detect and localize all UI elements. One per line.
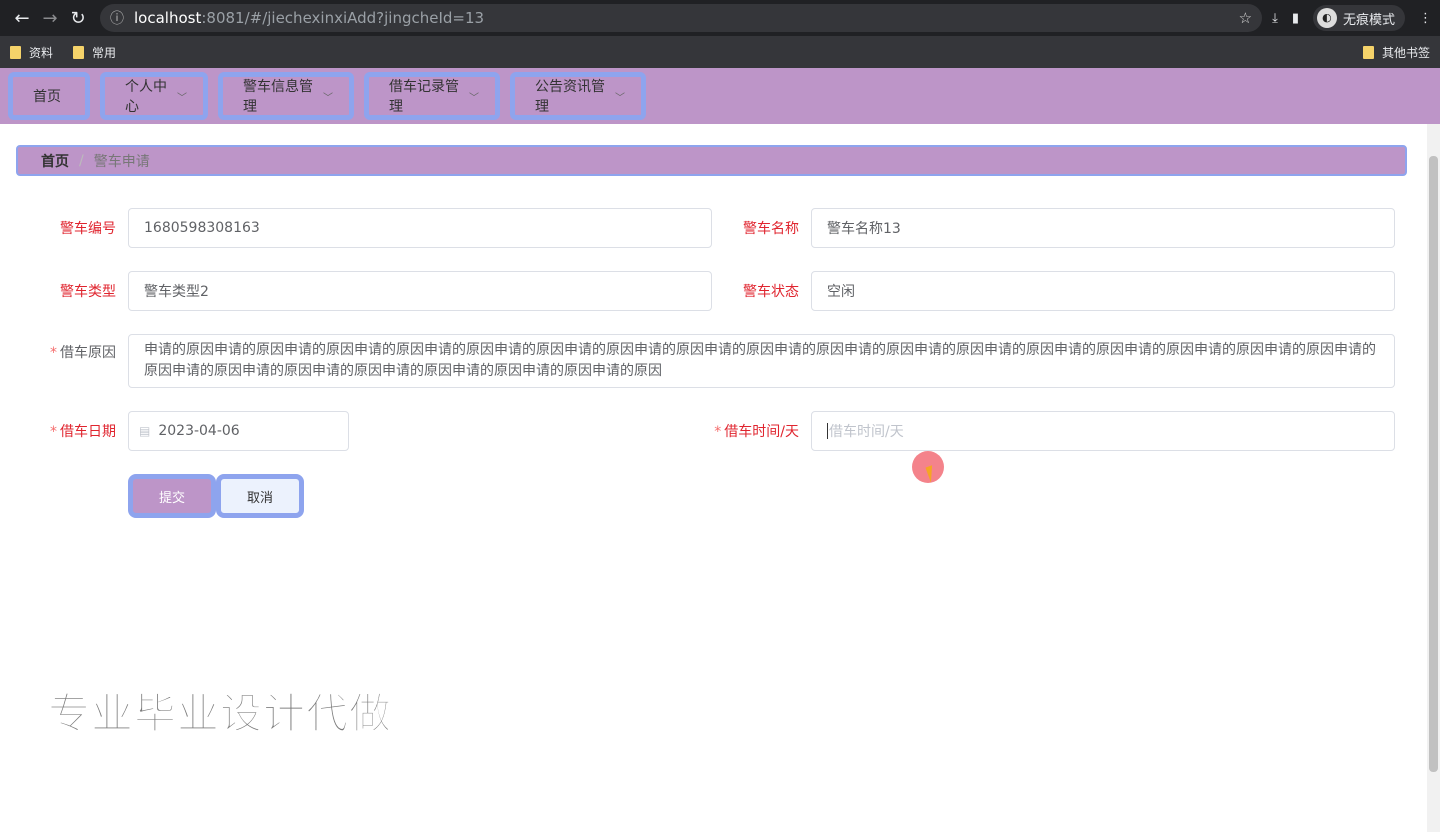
nav-label: 借车记录管理: [389, 79, 459, 115]
folder-icon: [1362, 45, 1374, 59]
nav-item-home[interactable]: 首页: [8, 72, 90, 120]
car-status-input[interactable]: 空闲: [811, 271, 1395, 311]
menu-icon[interactable]: ⋮: [1419, 11, 1432, 26]
browser-toolbar: ← → ↻ ⓘ localhost:8081/#/jiechexinxiAdd?…: [0, 0, 1440, 36]
field-car-name: 警车名称 警车名称13: [695, 208, 1395, 248]
bookmark-label: 其他书签: [1381, 45, 1430, 60]
chevron-down-icon: ﹀: [469, 92, 479, 104]
input-value: 空闲: [827, 284, 855, 300]
date-picker[interactable]: ▤ 2023-04-06: [128, 411, 349, 451]
input-value: 警车名称13: [827, 221, 901, 237]
breadcrumb: 首页 / 警车申请: [16, 145, 1407, 176]
label-text: 借车日期: [60, 424, 116, 440]
chevron-down-icon: ﹀: [615, 92, 625, 104]
input-placeholder: 借车时间/天: [829, 424, 904, 440]
field-label: * 借车日期: [12, 421, 128, 441]
input-value: 警车类型2: [144, 284, 209, 300]
field-days: * 借车时间/天 借车时间/天: [695, 411, 1395, 451]
folder-icon: [10, 45, 21, 59]
reload-icon[interactable]: ↻: [64, 8, 92, 29]
scrollbar-thumb[interactable]: [1429, 156, 1438, 772]
profile-label: 无痕模式: [1342, 12, 1395, 28]
address-bar[interactable]: ⓘ localhost:8081/#/jiechexinxiAdd?jingch…: [100, 4, 1263, 32]
field-reason: * 借车原因 申请的原因申请的原因申请的原因申请的原因申请的原因申请的原因申请的原…: [12, 334, 1395, 388]
text-caret: [827, 423, 828, 439]
chevron-down-icon: ﹀: [323, 92, 333, 104]
field-label: 警车编号: [60, 221, 116, 237]
nav-label: 首页: [33, 89, 61, 105]
breadcrumb-separator: /: [79, 152, 84, 169]
button-label: 提交: [158, 490, 185, 506]
required-mark: *: [714, 424, 722, 440]
breadcrumb-home[interactable]: 首页: [41, 151, 69, 171]
url-host: localhost: [134, 9, 202, 27]
required-mark: *: [50, 345, 57, 361]
field-label: 警车名称: [743, 221, 799, 237]
field-car-number: 警车编号 1680598308163: [12, 208, 712, 248]
nav-label: 公告资讯管理: [535, 79, 605, 115]
top-nav: 首页 个人中心 ﹀ 警车信息管理 ﹀ 借车记录管理 ﹀ 公告资讯管理 ﹀: [0, 68, 1440, 124]
days-input[interactable]: 借车时间/天: [811, 411, 1395, 451]
folder-icon: [73, 45, 85, 59]
nav-item-borrow-records[interactable]: 借车记录管理 ﹀: [364, 72, 500, 120]
url-path: :8081/#/jiechexinxiAdd?jingcheId=13: [201, 9, 485, 27]
input-value: 2023-04-06: [158, 423, 240, 439]
button-label: 取消: [246, 490, 273, 506]
cancel-button[interactable]: 取消: [216, 474, 304, 518]
bookmark-folder[interactable]: 常用: [73, 44, 116, 61]
required-mark: *: [50, 424, 57, 440]
nav-label: 个人中心: [125, 79, 167, 115]
profile-button[interactable]: ◐ 无痕模式: [1312, 5, 1405, 31]
forward-icon[interactable]: →: [36, 8, 64, 29]
car-number-input[interactable]: 1680598308163: [128, 208, 712, 248]
nav-item-car-info[interactable]: 警车信息管理 ﹀: [218, 72, 354, 120]
bookmark-star-icon[interactable]: ☆: [1239, 9, 1252, 27]
nav-item-announcements[interactable]: 公告资讯管理 ﹀: [510, 72, 646, 120]
bookmark-label: 资料: [29, 45, 54, 60]
info-icon[interactable]: ⓘ: [110, 8, 124, 28]
car-type-input[interactable]: 警车类型2: [128, 271, 712, 311]
download-icon[interactable]: ⤓: [1272, 11, 1278, 26]
breadcrumb-current: 警车申请: [93, 153, 150, 170]
submit-button[interactable]: 提交: [128, 474, 216, 518]
chevron-down-icon: ﹀: [177, 92, 187, 104]
field-car-status: 警车状态 空闲: [695, 271, 1395, 311]
other-bookmarks[interactable]: 其他书签: [1362, 44, 1430, 61]
reason-textarea[interactable]: 申请的原因申请的原因申请的原因申请的原因申请的原因申请的原因申请的原因申请的原因…: [128, 334, 1395, 388]
input-value: 1680598308163: [144, 220, 260, 236]
watermark-text: 专业毕业设计代做: [47, 689, 393, 739]
car-name-input[interactable]: 警车名称13: [811, 208, 1395, 248]
sidepanel-icon[interactable]: ▮: [1292, 11, 1299, 26]
field-label: * 借车时间/天: [695, 421, 811, 441]
label-text: 借车原因: [60, 345, 116, 361]
field-date: * 借车日期 ▤ 2023-04-06: [12, 411, 349, 451]
field-label: 警车类型: [60, 284, 116, 300]
nav-item-personal[interactable]: 个人中心 ﹀: [100, 72, 208, 120]
field-car-type: 警车类型 警车类型2: [12, 271, 712, 311]
nav-label: 警车信息管理: [243, 79, 313, 115]
back-icon[interactable]: ←: [8, 8, 36, 29]
incognito-icon: ◐: [1316, 8, 1337, 28]
calendar-icon: ▤: [139, 424, 151, 438]
bookmark-folder[interactable]: 资料: [10, 44, 53, 61]
field-label: * 借车原因: [12, 334, 128, 362]
bookmarks-bar: 资料 常用 其他书签: [0, 36, 1440, 68]
label-text: 借车时间/天: [724, 424, 799, 440]
bookmark-label: 常用: [92, 45, 117, 60]
field-label: 警车状态: [743, 284, 799, 300]
